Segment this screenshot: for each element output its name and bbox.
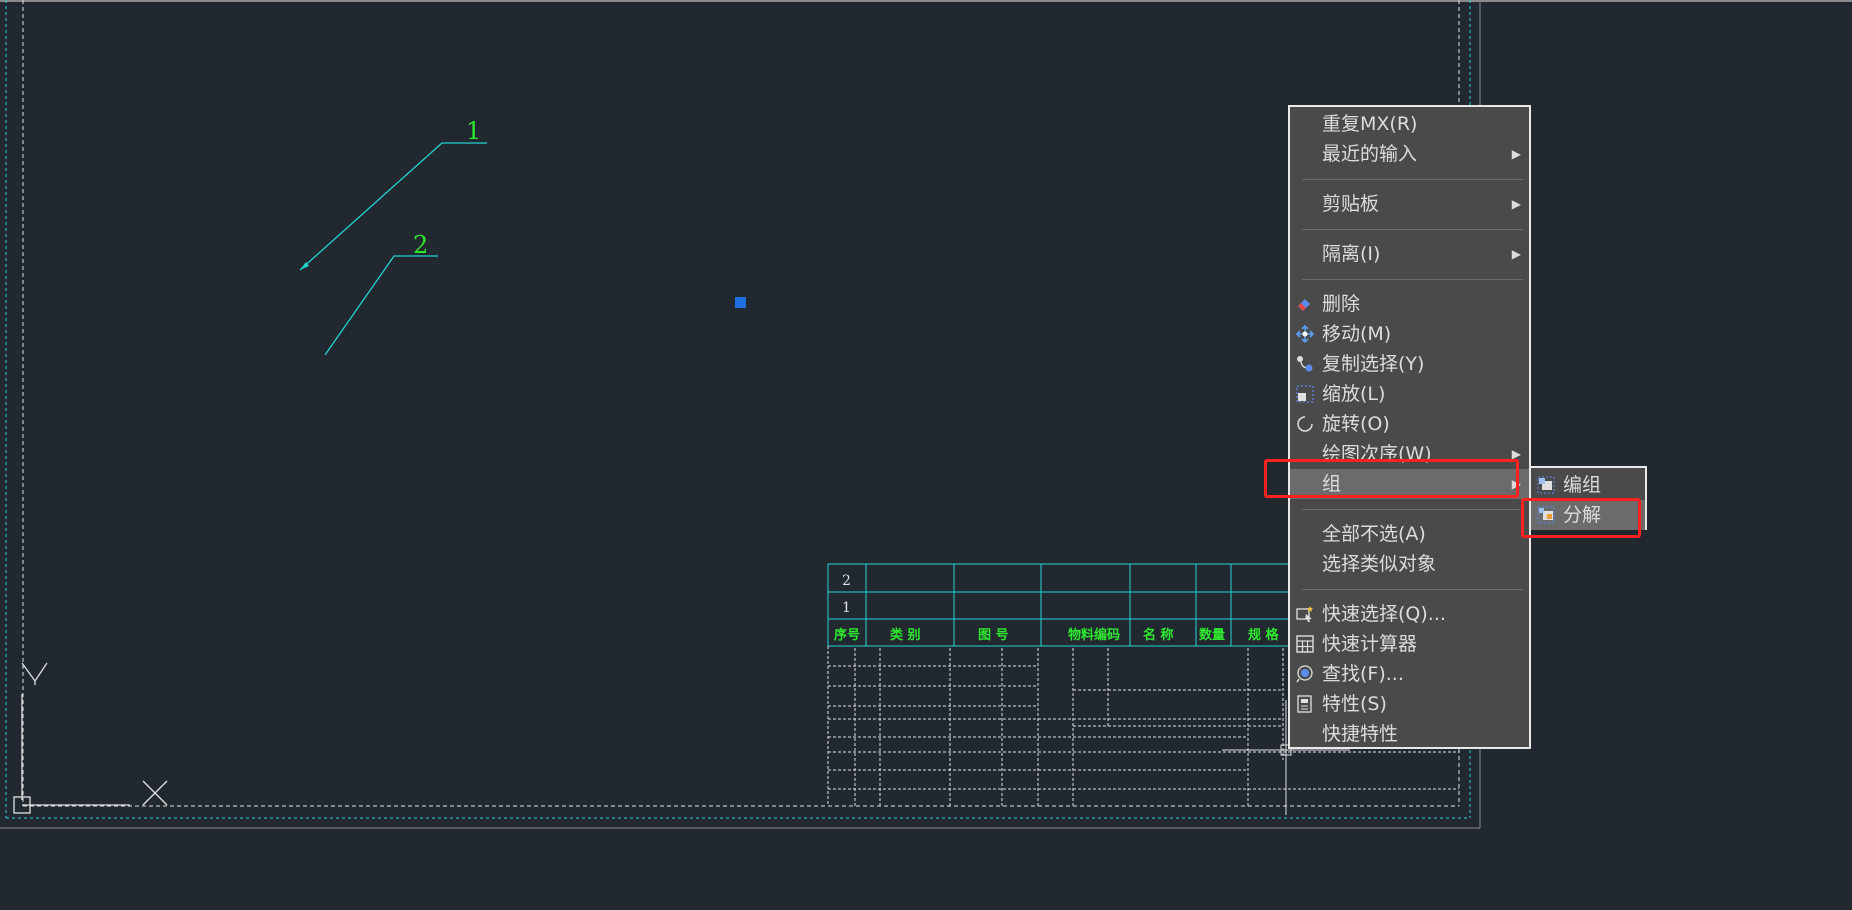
- leader-label-1: 1: [466, 117, 481, 145]
- selection-grip[interactable]: [735, 297, 746, 308]
- menu-item-label: 快速计算器: [1322, 633, 1418, 655]
- menu-item-clipboard[interactable]: 剪贴板 ▶: [1290, 189, 1529, 219]
- menu-item-label: 旋转(O): [1322, 413, 1390, 435]
- menu-item-label: 重复MX(R): [1322, 113, 1418, 135]
- menu-item-isolate[interactable]: 隔离(I) ▶: [1290, 239, 1529, 269]
- menu-separator: [1302, 229, 1523, 230]
- copy-icon: [1297, 356, 1313, 372]
- move-icon: [1296, 325, 1314, 343]
- submenu-arrow-icon: ▶: [1511, 147, 1521, 161]
- menu-separator: [1302, 589, 1523, 590]
- menu-item-label: 隔离(I): [1322, 243, 1381, 265]
- submenu-item-label: 编组: [1563, 474, 1602, 496]
- submenu-arrow-icon: ▶: [1511, 247, 1521, 261]
- menu-item-label: 移动(M): [1322, 323, 1392, 345]
- menu-item-label: 快捷特性: [1322, 723, 1399, 745]
- tb-row-2: 2: [842, 573, 851, 589]
- tb-header-spec: 规 格: [1248, 627, 1280, 643]
- drawing-canvas[interactable]: 1 2 2 1 序号 类 别 图 号 物料编码 名 称 数量 规 格: [0, 0, 1852, 910]
- menu-separator: [1302, 509, 1523, 510]
- menu-separator: [1302, 179, 1523, 180]
- menu-item-quick-select[interactable]: 快速选择(Q)...: [1290, 599, 1529, 629]
- menu-item-select-similar[interactable]: 选择类似对象: [1290, 549, 1529, 579]
- tb-header-seq: 序号: [834, 627, 860, 643]
- leader-1[interactable]: 1: [299, 117, 487, 271]
- group-icon: [1537, 476, 1555, 494]
- menu-item-copy-selection[interactable]: 复制选择(Y): [1290, 349, 1529, 379]
- submenu-arrow-icon: ▶: [1511, 197, 1521, 211]
- menu-item-repeat[interactable]: 重复MX(R): [1290, 109, 1529, 139]
- rotate-icon: [1297, 416, 1313, 432]
- tb-header-drawing-no: 图 号: [978, 628, 1009, 643]
- menu-item-recent-input[interactable]: 最近的输入 ▶: [1290, 139, 1529, 169]
- calculator-icon: [1296, 635, 1314, 653]
- menu-item-scale[interactable]: 缩放(L): [1290, 379, 1529, 409]
- drawing-frame: [0, 0, 1481, 829]
- menu-item-label: 复制选择(Y): [1322, 353, 1425, 375]
- quick-select-icon: [1296, 606, 1313, 622]
- tb-header-category: 类 别: [890, 627, 921, 643]
- menu-item-delete[interactable]: 删除: [1290, 289, 1529, 319]
- menu-item-label: 特性(S): [1322, 693, 1387, 715]
- tb-header-name: 名 称: [1143, 627, 1174, 643]
- menu-item-label: 缩放(L): [1322, 383, 1386, 405]
- context-menu: 重复MX(R) 最近的输入 ▶ 剪贴板 ▶ 隔离(I) ▶ 删除 移动(M) 复制选择…: [1288, 105, 1531, 749]
- menu-item-label: 最近的输入: [1322, 143, 1418, 165]
- tb-header-qty: 数量: [1199, 627, 1225, 643]
- menu-item-label: 删除: [1322, 293, 1361, 315]
- menu-item-label: 剪贴板: [1322, 193, 1380, 215]
- menu-item-label: 全部不选(A): [1322, 523, 1426, 545]
- menu-item-properties[interactable]: 特性(S): [1290, 689, 1529, 719]
- menu-item-label: 查找(F)...: [1322, 663, 1404, 685]
- highlight-box-ungroup: [1521, 498, 1641, 538]
- menu-item-quick-properties[interactable]: 快捷特性: [1290, 719, 1529, 749]
- ucs-icon: [13, 662, 168, 814]
- find-icon: [1296, 665, 1313, 683]
- menu-item-find[interactable]: 查找(F)...: [1290, 659, 1529, 689]
- tb-row-1: 1: [842, 600, 851, 616]
- properties-icon: [1297, 695, 1312, 713]
- leader-label-2: 2: [413, 231, 428, 259]
- menu-item-deselect-all[interactable]: 全部不选(A): [1290, 519, 1529, 549]
- scale-icon: [1296, 385, 1314, 403]
- tb-header-material-code: 物料编码: [1068, 627, 1120, 643]
- submenu-item-group[interactable]: 编组: [1531, 470, 1645, 500]
- eraser-icon: [1298, 299, 1310, 311]
- menu-item-rotate[interactable]: 旋转(O): [1290, 409, 1529, 439]
- menu-item-label: 快速选择(Q)...: [1322, 603, 1446, 625]
- highlight-box-group: [1264, 459, 1519, 498]
- menu-separator: [1302, 279, 1523, 280]
- menu-item-label: 选择类似对象: [1322, 553, 1437, 575]
- menu-item-quick-calc[interactable]: 快速计算器: [1290, 629, 1529, 659]
- leader-2[interactable]: 2: [324, 231, 438, 356]
- menu-item-move[interactable]: 移动(M): [1290, 319, 1529, 349]
